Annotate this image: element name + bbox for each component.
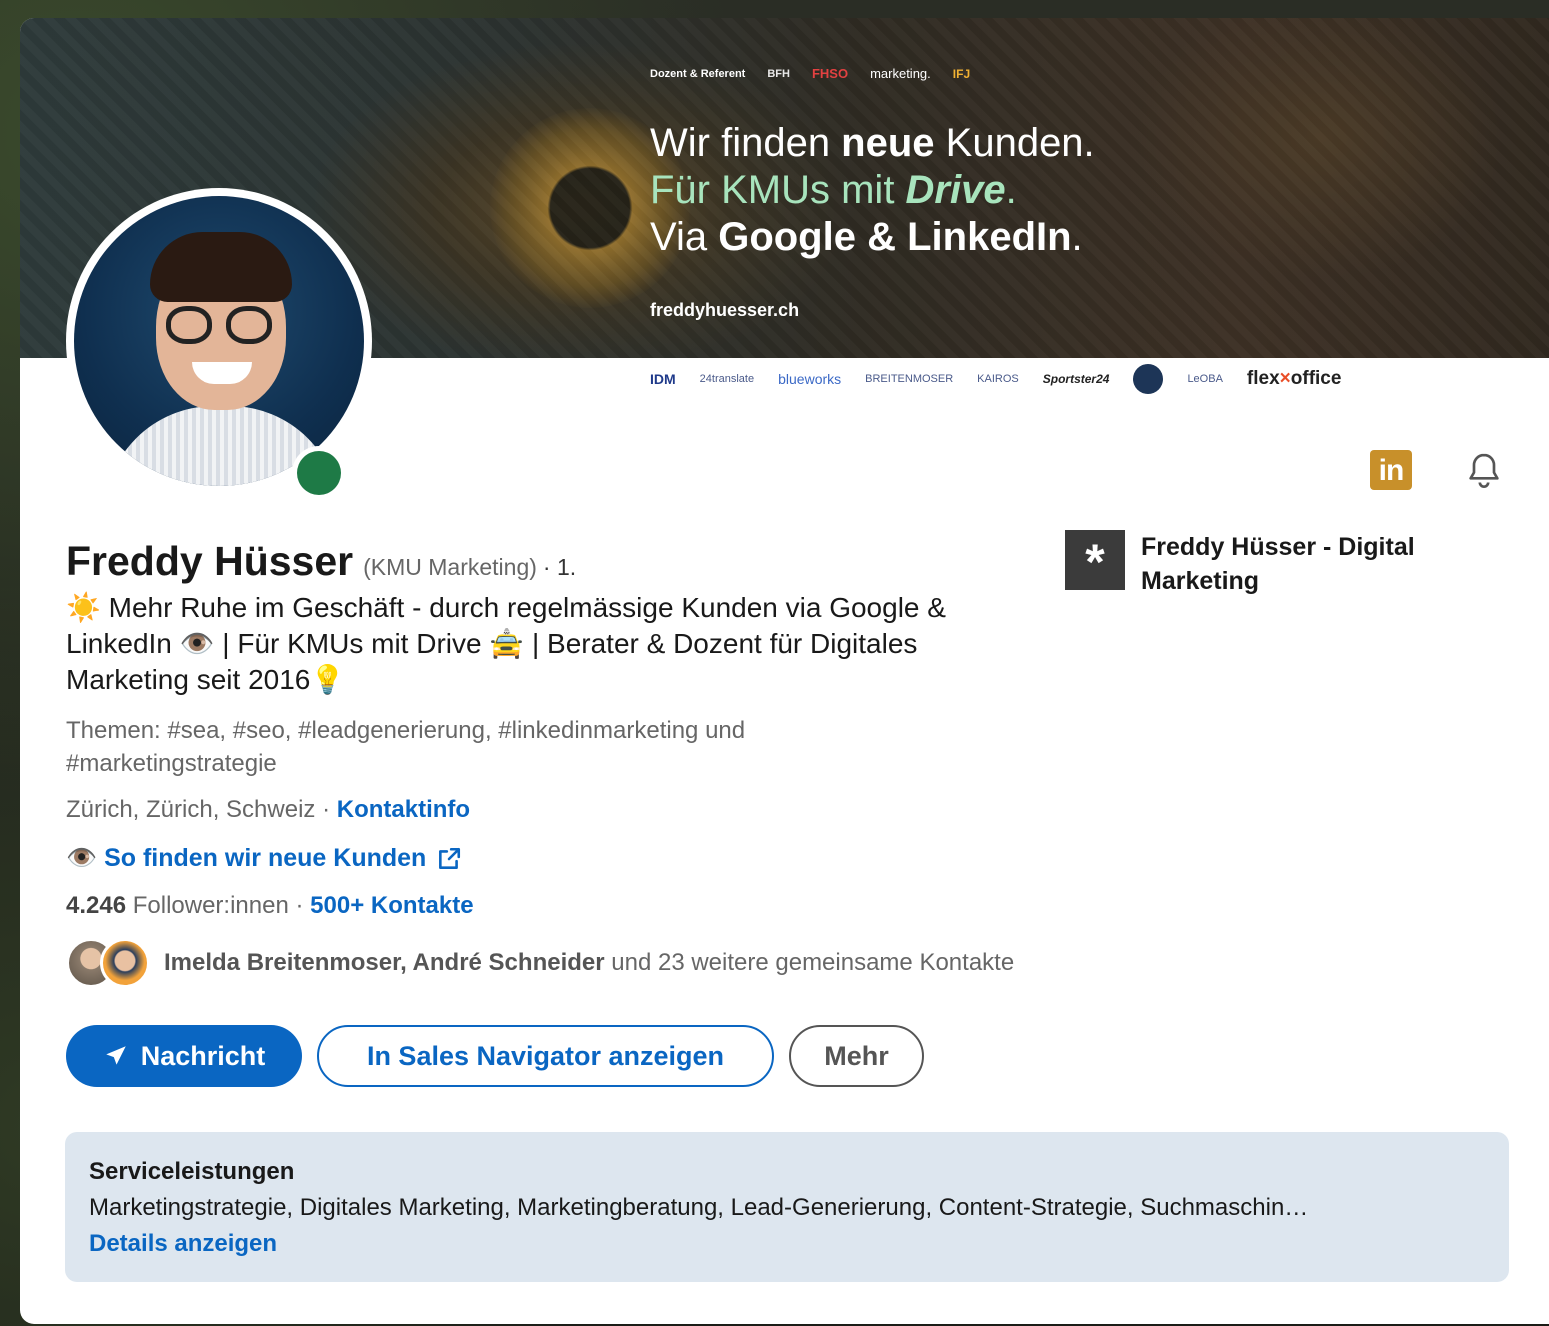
profile-name: Freddy Hüsser: [66, 538, 354, 584]
company-name: Freddy Hüsser - Digital Marketing: [1141, 533, 1415, 595]
ifj-logo: IFJ: [952, 66, 971, 81]
profile-topics: Themen: #sea, #seo, #leadgenerierung, #l…: [66, 717, 746, 777]
flexoffice-logo: flex×office: [1246, 368, 1342, 389]
profile-name-row: Freddy Hüsser (KMU Marketing) · 1.: [66, 538, 576, 585]
kairos-logo: KAIROS: [977, 373, 1019, 385]
banner-line-3: Via Google & LinkedIn.: [650, 215, 1083, 259]
profile-name-note: (KMU Marketing): [363, 554, 537, 580]
leoba-logo: LeOBA: [1187, 373, 1223, 385]
website-link[interactable]: 👁️ So finden wir neue Kunden: [66, 844, 462, 873]
banner-url: freddyhuesser.ch: [650, 300, 800, 320]
contact-info-link[interactable]: Kontaktinfo: [337, 796, 470, 823]
message-button[interactable]: Nachricht: [66, 1025, 302, 1087]
linkedin-premium-icon[interactable]: in: [1370, 450, 1412, 490]
follower-row: 4.246 Follower:innen · 500+ Kontakte: [66, 892, 474, 919]
marketing-logo: marketing.: [870, 66, 931, 81]
profile-headline: ☀️ Mehr Ruhe im Geschäft - durch regelmä…: [66, 592, 946, 695]
send-icon: [105, 1046, 126, 1065]
translate-logo: 24translate: [699, 373, 755, 385]
profile-actions: Nachricht In Sales Navigator anzeigen Me…: [66, 1025, 924, 1087]
connection-degree: · 1.: [542, 554, 577, 580]
sportster-logo: Sportster24: [1042, 372, 1110, 386]
idm-logo: IDM: [650, 371, 676, 387]
banner-headline: Wir finden neue Kunden. Für KMUs mit Dri…: [650, 120, 1095, 261]
message-label: Nachricht: [140, 1040, 266, 1071]
mutual-text: Imelda Breitenmoser, André Schneider und…: [164, 949, 1015, 976]
bell-icon[interactable]: [1464, 450, 1504, 490]
profile-card: Dozent & Referent BFH FHSO marketing. IF…: [20, 18, 1549, 1324]
avatar-photo: [74, 196, 364, 486]
website-label: 👁️ So finden wir neue Kunden: [66, 844, 427, 872]
online-status-icon: [292, 446, 346, 500]
mutual-connections[interactable]: Imelda Breitenmoser, André Schneider und…: [66, 938, 1014, 988]
blueworks-logo: blueworks: [778, 371, 842, 387]
sales-navigator-button[interactable]: In Sales Navigator anzeigen: [317, 1025, 774, 1087]
bfh-logo: BFH: [767, 67, 790, 80]
current-company[interactable]: * Freddy Hüsser - Digital Marketing: [1065, 530, 1461, 598]
services-title: Serviceleistungen: [89, 1158, 295, 1185]
circle-logo: [1133, 364, 1164, 394]
more-button[interactable]: Mehr: [789, 1025, 924, 1087]
company-logo-icon: *: [1065, 530, 1125, 590]
banner-line-1: Wir finden neue Kunden.: [650, 121, 1095, 165]
banner-top-logos: Dozent & Referent BFH FHSO marketing. IF…: [650, 66, 970, 81]
follower-count: 4.246: [66, 892, 127, 919]
hso-logo: FHSO: [811, 66, 849, 81]
mutual-avatar: [100, 938, 150, 988]
location-text: Zürich, Zürich, Schweiz: [66, 796, 316, 823]
profile-location: Zürich, Zürich, Schweiz · Kontaktinfo: [66, 796, 471, 823]
breitenmoser-logo: BREITENMOSER: [865, 373, 954, 385]
banner-top-label: Dozent & Referent: [650, 67, 746, 80]
connections-link[interactable]: 500+ Kontakte: [310, 892, 473, 919]
services-details-link[interactable]: Details anzeigen: [89, 1230, 1485, 1258]
services-box: Serviceleistungen Marketingstrategie, Di…: [65, 1132, 1509, 1282]
external-link-icon: [439, 847, 461, 869]
banner-line-2: Für KMUs mit Drive.: [650, 168, 1017, 212]
client-logo-strip: IDM 24translate blueworks BREITENMOSER K…: [650, 364, 1341, 394]
services-list: Marketingstrategie, Digitales Marketing,…: [89, 1194, 1309, 1221]
